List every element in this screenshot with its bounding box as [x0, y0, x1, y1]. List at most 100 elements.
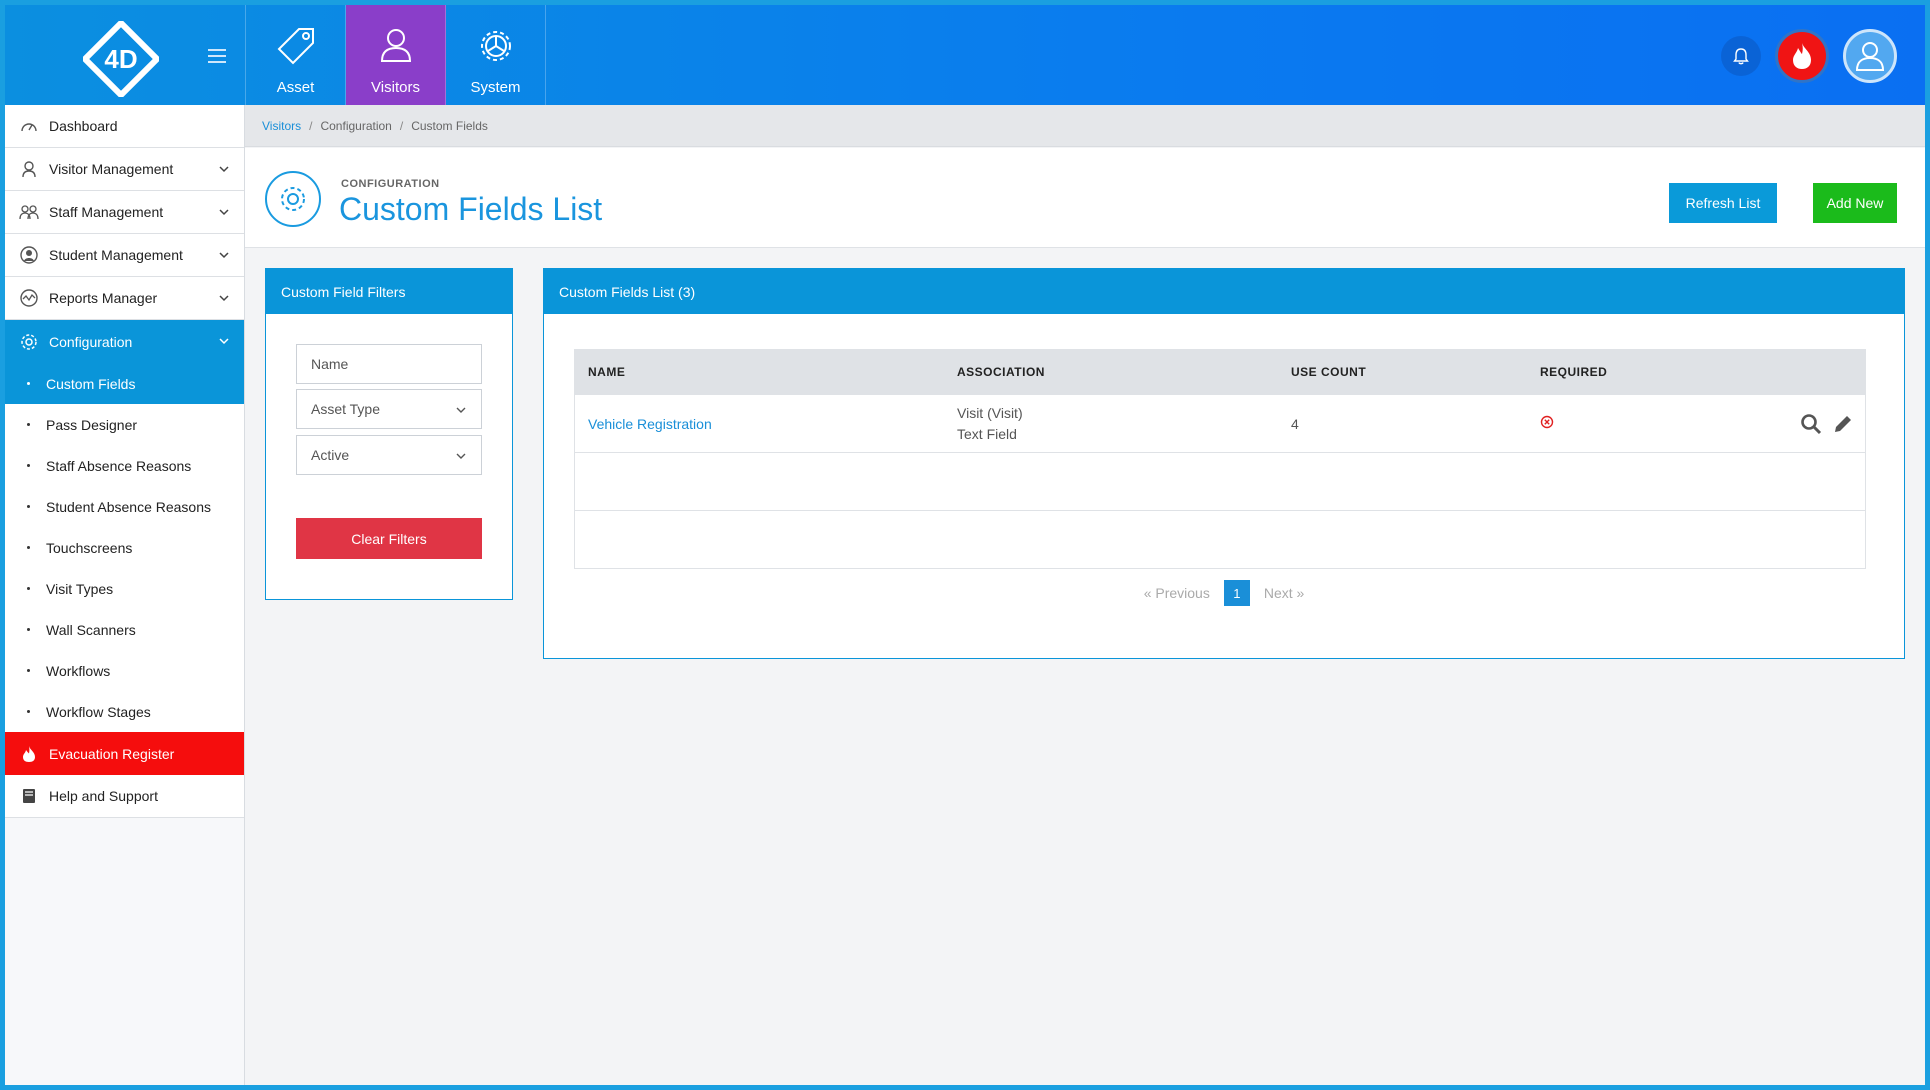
row-actions: [1799, 412, 1855, 436]
page-header: CONFIGURATION Custom Fields List Refresh…: [245, 148, 1925, 248]
app-frame: 4D Asset Visitors System Dashboard Visit…: [5, 5, 1925, 1085]
sidebar-item-help-support[interactable]: Help and Support: [5, 775, 244, 818]
sidebar-item-label: Dashboard: [49, 118, 118, 134]
sidebar-item-student-absence-reasons[interactable]: Student Absence Reasons: [5, 486, 244, 527]
pagination-page-1[interactable]: 1: [1223, 580, 1250, 606]
module-visitors[interactable]: Visitors: [346, 5, 446, 105]
custom-fields-table: NAME ASSOCIATION USE COUNT REQUIRED Vehi…: [574, 349, 1866, 569]
list-panel-title: Custom Fields List (3): [544, 269, 1904, 314]
search-icon[interactable]: [1799, 412, 1823, 436]
sidebar-item-label: Student Management: [49, 247, 183, 263]
status-select[interactable]: Active: [296, 435, 482, 475]
sidebar-sub-label: Custom Fields: [46, 375, 136, 392]
custom-fields-panel: Custom Fields List (3) NAME ASSOCIATION …: [543, 268, 1905, 659]
sidebar-item-wall-scanners[interactable]: Wall Scanners: [5, 609, 244, 650]
breadcrumb-visitors[interactable]: Visitors: [262, 119, 301, 133]
sidebar-sub-label: Touchscreens: [46, 539, 133, 556]
chevron-down-icon: [219, 252, 229, 259]
top-right-actions: [1721, 29, 1897, 83]
chevron-down-icon: [456, 407, 466, 413]
sidebar-sub-label: Workflow Stages: [46, 703, 151, 720]
refresh-list-button[interactable]: Refresh List: [1669, 183, 1777, 223]
field-use-count: 4: [1291, 415, 1299, 432]
breadcrumb: Visitors / Configuration / Custom Fields: [245, 105, 1925, 147]
sidebar-item-visitor-management[interactable]: Visitor Management: [5, 148, 244, 191]
page-title: Custom Fields List: [339, 191, 603, 227]
module-system[interactable]: System: [446, 5, 546, 105]
sidebar-item-dashboard[interactable]: Dashboard: [5, 105, 244, 148]
sidebar-sub-label: Wall Scanners: [46, 621, 136, 638]
pagination-next[interactable]: Next »: [1264, 585, 1304, 601]
name-filter-input[interactable]: Name: [296, 344, 482, 384]
sidebar-sub-label: Visit Types: [46, 580, 114, 597]
filters-panel-title: Custom Field Filters: [266, 269, 512, 314]
status-value: Active: [311, 447, 350, 463]
table-header: NAME ASSOCIATION USE COUNT REQUIRED: [575, 350, 1865, 394]
user-avatar[interactable]: [1843, 29, 1897, 83]
chevron-down-icon: [219, 295, 229, 302]
sidebar-item-touchscreens[interactable]: Touchscreens: [5, 527, 244, 568]
clear-filters-button[interactable]: Clear Filters: [296, 518, 482, 559]
pagination: « Previous 1 Next »: [544, 580, 1904, 606]
top-bar: 4D Asset Visitors System: [5, 5, 1925, 105]
breadcrumb-custom-fields: Custom Fields: [411, 118, 488, 133]
association-line-1: Visit (Visit): [957, 404, 1023, 421]
sidebar-item-label: Configuration: [49, 333, 133, 350]
sidebar-item-staff-absence-reasons[interactable]: Staff Absence Reasons: [5, 445, 244, 486]
book-icon: [19, 786, 39, 806]
sidebar-item-configuration[interactable]: Configuration: [5, 320, 244, 363]
bell-icon: [1733, 48, 1749, 65]
sidebar-item-evacuation-register[interactable]: Evacuation Register: [5, 732, 244, 775]
name-filter-placeholder: Name: [311, 356, 349, 372]
sidebar-item-workflows[interactable]: Workflows: [5, 650, 244, 691]
field-association: Visit (Visit) Text Field: [957, 403, 1023, 445]
field-name-link[interactable]: Vehicle Registration: [588, 416, 712, 432]
sidebar-item-student-management[interactable]: Student Management: [5, 234, 244, 277]
gear-icon: [480, 31, 511, 61]
sidebar-item-visit-types[interactable]: Visit Types: [5, 568, 244, 609]
sidebar-sub-label: Workflows: [46, 662, 111, 679]
pagination-previous[interactable]: « Previous: [1144, 585, 1210, 601]
sidebar-item-custom-fields[interactable]: Custom Fields: [5, 363, 244, 404]
page-subtitle: CONFIGURATION: [341, 178, 440, 190]
user-icon: [380, 29, 411, 62]
menu-toggle-icon[interactable]: [208, 49, 226, 63]
column-header-name[interactable]: NAME: [588, 365, 625, 379]
sidebar-item-label: Visitor Management: [49, 161, 174, 177]
asset-type-select[interactable]: Asset Type: [296, 389, 482, 429]
logo[interactable]: 4D: [83, 21, 159, 97]
student-icon: [19, 245, 39, 265]
not-required-icon: [1540, 415, 1554, 432]
logo-text: 4D: [104, 44, 137, 74]
edit-pencil-icon[interactable]: [1831, 412, 1855, 436]
chevron-down-icon: [219, 209, 229, 216]
module-asset-label: Asset: [276, 79, 315, 96]
table-row-empty: [575, 452, 1865, 510]
evacuation-button[interactable]: [1775, 29, 1829, 83]
module-visitors-label: Visitors: [371, 79, 420, 96]
breadcrumb-configuration[interactable]: Configuration: [320, 119, 391, 133]
column-header-required[interactable]: REQUIRED: [1540, 365, 1607, 379]
table-row: Vehicle Registration Visit (Visit) Text …: [575, 394, 1865, 452]
sidebar-item-reports-manager[interactable]: Reports Manager: [5, 277, 244, 320]
person-icon: [19, 159, 39, 179]
group-icon: [19, 202, 39, 222]
chevron-down-icon: [456, 453, 466, 459]
chart-line-icon: [19, 288, 39, 308]
sidebar-item-label: Staff Management: [49, 204, 164, 220]
sidebar-item-label: Help and Support: [49, 788, 158, 804]
sidebar-item-pass-designer[interactable]: Pass Designer: [5, 404, 244, 445]
sidebar-sub-label: Student Absence Reasons: [46, 498, 212, 515]
sidebar: Dashboard Visitor Management Staff Manag…: [5, 105, 245, 1085]
tag-icon: [277, 28, 314, 65]
sidebar-item-staff-management[interactable]: Staff Management: [5, 191, 244, 234]
sidebar-sub-label: Staff Absence Reasons: [46, 457, 192, 474]
notifications-button[interactable]: [1721, 36, 1761, 76]
column-header-association[interactable]: ASSOCIATION: [957, 365, 1045, 379]
add-new-button[interactable]: Add New: [1813, 183, 1897, 223]
column-header-use-count[interactable]: USE COUNT: [1291, 365, 1366, 379]
table-row-empty: [575, 510, 1865, 568]
chevron-down-icon: [219, 338, 229, 345]
module-asset[interactable]: Asset: [246, 5, 346, 105]
sidebar-item-workflow-stages[interactable]: Workflow Stages: [5, 691, 244, 732]
